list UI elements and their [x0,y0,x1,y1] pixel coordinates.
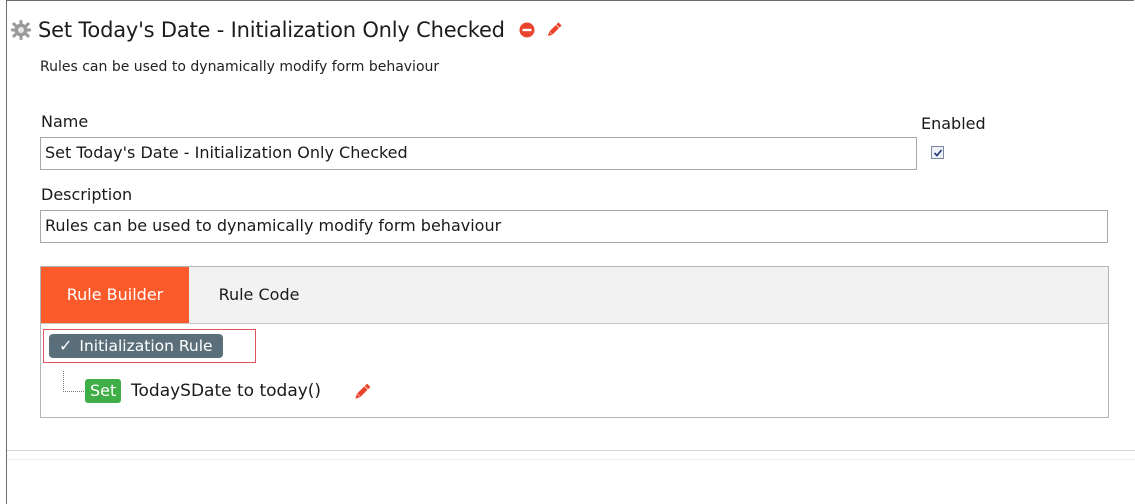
divider [6,450,1135,451]
rule-header: Set Today's Date - Initialization Only C… [10,18,563,42]
name-input[interactable]: Set Today's Date - Initialization Only C… [40,137,917,170]
edit-pencil-icon[interactable] [545,21,563,39]
gear-icon [11,20,31,40]
remove-icon[interactable] [519,22,535,38]
divider-light [6,459,1135,460]
description-input[interactable]: Rules can be used to dynamically modify … [40,210,1108,243]
checkmark-icon [933,149,943,157]
set-badge: Set [85,379,122,403]
check-icon: ✓ [59,336,73,355]
tree-connector [63,371,84,392]
tab-rule-code[interactable]: Rule Code [189,267,329,323]
rule-panel: Rule Builder Rule Code ✓ Initialization … [40,266,1109,418]
tab-rule-builder[interactable]: Rule Builder [41,267,189,323]
initialization-rule-pill[interactable]: ✓ Initialization Rule [49,334,223,358]
edit-pencil-icon[interactable] [352,382,372,402]
rule-type-label: Initialization Rule [79,337,213,355]
tab-bar: Rule Builder Rule Code [41,267,1108,324]
enabled-checkbox[interactable] [931,146,944,159]
rule-subtitle: Rules can be used to dynamically modify … [40,59,440,75]
name-label: Name [41,112,89,131]
description-label: Description [41,185,133,204]
enabled-label: Enabled [921,114,986,133]
rule-title: Set Today's Date - Initialization Only C… [38,18,505,42]
frame-edge [6,450,7,504]
action-text: TodaySDate to today() [131,381,322,401]
